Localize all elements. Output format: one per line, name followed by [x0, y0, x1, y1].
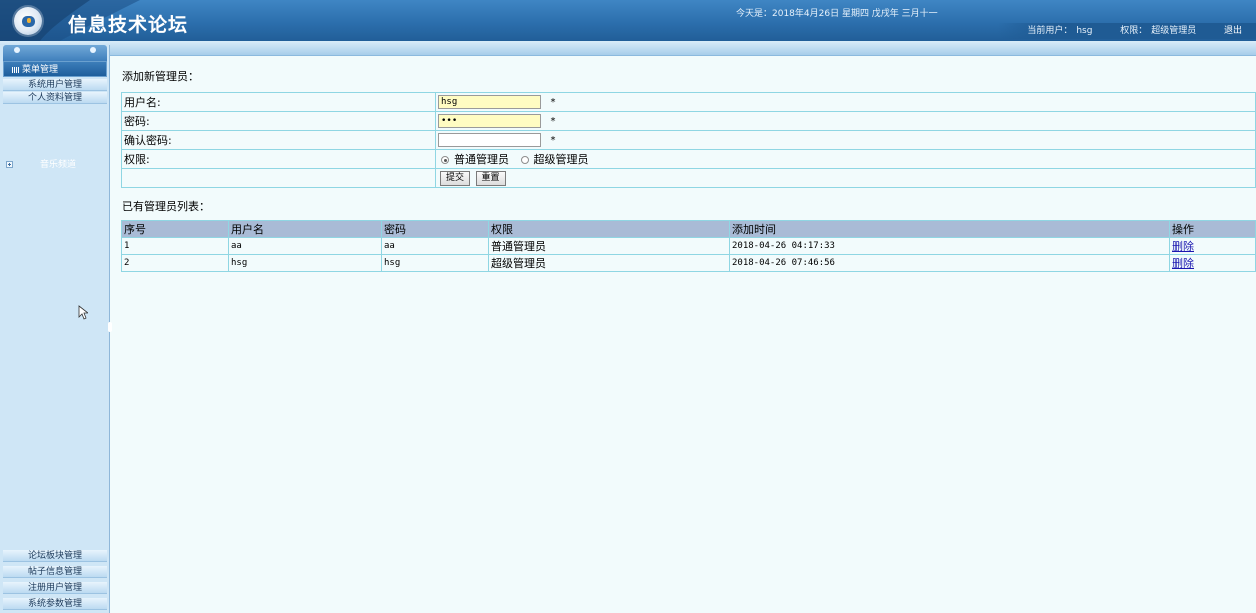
- cell-id: 2: [121, 254, 229, 272]
- required-mark: *: [550, 116, 556, 127]
- buttons-cell: 提交 重置: [435, 168, 1256, 188]
- today-date: 今天是：2018年4月26日 星期四 戊戌年 三月十一: [736, 9, 938, 19]
- role-cell: 普通管理员 超级管理员: [435, 149, 1256, 169]
- role-option-super: 超级管理员: [533, 153, 589, 166]
- col-header-id: 序号: [121, 220, 229, 238]
- empty-cell: [121, 168, 436, 188]
- mouse-cursor-icon: [78, 305, 88, 320]
- password-cell: *: [435, 111, 1256, 131]
- password-input[interactable]: [438, 114, 541, 128]
- menu-header-label: 菜单管理: [22, 65, 59, 75]
- sidebar-item-system-params[interactable]: 系统参数管理: [3, 598, 107, 610]
- sidebar-item-registered-users[interactable]: 注册用户管理: [3, 582, 107, 594]
- current-user-label: 当前用户：: [1027, 26, 1073, 36]
- table-row: 2 hsg hsg 超级管理员 2018-04-26 07:46:56 删除: [121, 254, 1256, 272]
- username-label: 用户名:: [121, 92, 436, 112]
- cell-role: 超级管理员: [488, 254, 730, 272]
- cell-username: aa: [228, 237, 382, 255]
- cell-password: aa: [381, 237, 489, 255]
- delete-link[interactable]: 删除: [1172, 240, 1194, 253]
- sidebar-item-posts[interactable]: 帖子信息管理: [3, 566, 107, 578]
- top-header: 信息技术论坛 今天是：2018年4月26日 星期四 戊戌年 三月十一 当前用户：…: [0, 0, 1256, 41]
- role-field-label: 权限:: [121, 149, 436, 169]
- cell-added: 2018-04-26 04:17:33: [729, 237, 1170, 255]
- form-row-password: 密码: *: [121, 111, 1256, 131]
- role-radio-super[interactable]: [520, 156, 529, 164]
- role-value: 超级管理员: [1151, 26, 1197, 36]
- username-input[interactable]: [438, 95, 541, 109]
- cell-username: hsg: [228, 254, 382, 272]
- add-admin-title: 添加新管理员：: [122, 70, 199, 83]
- reset-button[interactable]: 重置: [475, 171, 506, 186]
- cell-role: 普通管理员: [488, 237, 730, 255]
- sidebar-item-forum-boards[interactable]: 论坛板块管理: [3, 550, 107, 562]
- pin-icon: [14, 47, 20, 53]
- tree-item[interactable]: 音乐频道: [6, 159, 106, 171]
- admin-list-table: 序号 用户名 密码 权限 添加时间 操作 1 aa aa 普通管理员 2018-…: [121, 220, 1256, 272]
- pin-icon: [90, 47, 96, 53]
- cell-id: 1: [121, 237, 229, 255]
- required-mark: *: [550, 135, 556, 146]
- col-header-action: 操作: [1169, 220, 1256, 238]
- sidebar-item-profile[interactable]: 个人资料管理: [3, 92, 107, 104]
- current-user-name: hsg: [1076, 26, 1093, 36]
- main-content: 添加新管理员： 用户名: * 密码: * 确认密码: * 权限:: [116, 56, 1256, 613]
- menu-grid-icon: [12, 67, 19, 73]
- add-admin-form: 用户名: * 密码: * 确认密码: * 权限: 普通管理员 超级管理员: [121, 92, 1256, 188]
- delete-link[interactable]: 删除: [1172, 257, 1194, 270]
- site-title: 信息技术论坛: [68, 14, 189, 36]
- role-label: 权限：: [1120, 26, 1148, 36]
- role-radio-normal[interactable]: [441, 156, 449, 164]
- cell-action: 删除: [1169, 254, 1256, 272]
- submit-button[interactable]: 提交: [440, 171, 471, 186]
- username-cell: *: [435, 92, 1256, 112]
- form-row-role: 权限: 普通管理员 超级管理员: [121, 149, 1256, 169]
- col-header-username: 用户名: [228, 220, 382, 238]
- required-mark: *: [550, 97, 556, 108]
- confirm-password-label: 确认密码:: [121, 130, 436, 150]
- header-strip: [0, 41, 1256, 56]
- logout-link[interactable]: 退出: [1224, 26, 1242, 36]
- tree-expand-icon[interactable]: [6, 161, 13, 168]
- sidebar-collapse-handle[interactable]: [108, 322, 112, 332]
- sidebar: 菜单管理 系统用户管理 个人资料管理 音乐频道 论坛板块管理 帖子信息管理 注册…: [0, 45, 110, 613]
- sidebar-cap: [3, 45, 107, 61]
- menu-management-header[interactable]: 菜单管理: [3, 61, 107, 77]
- table-row: 1 aa aa 普通管理员 2018-04-26 04:17:33 删除: [121, 237, 1256, 255]
- col-header-password: 密码: [381, 220, 489, 238]
- password-label: 密码:: [121, 111, 436, 131]
- table-header-row: 序号 用户名 密码 权限 添加时间 操作: [121, 220, 1256, 238]
- cell-action: 删除: [1169, 237, 1256, 255]
- sidebar-item-system-users[interactable]: 系统用户管理: [3, 79, 107, 91]
- form-row-username: 用户名: *: [121, 92, 1256, 112]
- col-header-added: 添加时间: [729, 220, 1170, 238]
- admin-list-title: 已有管理员列表：: [122, 200, 210, 213]
- role-option-normal: 普通管理员: [454, 153, 509, 166]
- form-row-buttons: 提交 重置: [121, 168, 1256, 188]
- logo-icon: [14, 7, 42, 35]
- confirm-cell: *: [435, 130, 1256, 150]
- tree-item-label: 音乐频道: [40, 160, 77, 170]
- cell-added: 2018-04-26 07:46:56: [729, 254, 1170, 272]
- confirm-password-input[interactable]: [438, 133, 541, 147]
- cell-password: hsg: [381, 254, 489, 272]
- col-header-role: 权限: [488, 220, 730, 238]
- form-row-confirm: 确认密码: *: [121, 130, 1256, 150]
- user-bar: 当前用户： hsg 权限： 超级管理员 退出: [997, 23, 1256, 39]
